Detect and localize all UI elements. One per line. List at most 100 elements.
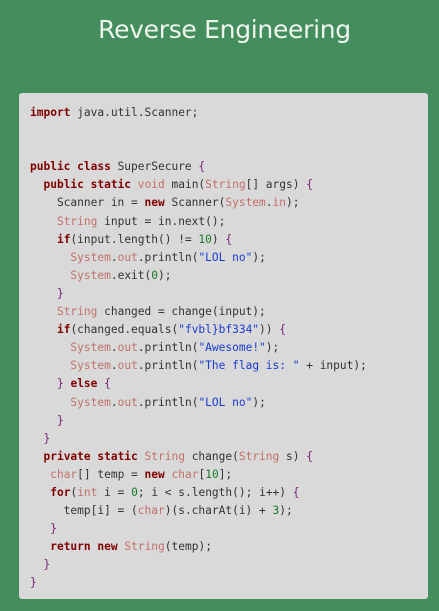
code-token-code-text: ); [252,395,266,409]
code-token-code-text [30,305,57,318]
code-token-code-text: ) [211,232,226,246]
code-token-type: String [56,214,98,228]
code-token-code-text: ); [265,341,280,355]
code-token-keyword: new [144,196,165,210]
code-token-brace: { [306,449,313,463]
code-token-code-text: . [110,359,118,373]
code-token-brace: { [104,377,111,391]
java-source-code: import java.util.Scanner; public class S… [30,104,367,593]
code-line: import java.util.Scanner; [30,104,367,122]
code-token-keyword: for [50,485,71,499]
code-line: } else { [30,375,367,393]
code-token-type: String [144,449,185,463]
code-token-system-ref: out [117,250,138,264]
code-token-string-literal: "LOL no" [198,250,253,264]
code-token-code-text [131,178,138,191]
code-token-code-text [30,323,57,336]
code-token-code-text [30,540,50,553]
code-line: System.exit(0); [30,267,367,285]
code-token-brace: } [50,522,57,536]
code-token-code-text: ); [158,268,172,282]
code-token-code-text [30,178,43,191]
code-token-code-text: java.util.Scanner; [70,106,199,119]
code-line: System.out.println("LOL no"); [30,394,367,412]
code-token-brace: { [306,178,313,192]
code-token-keyword: private static [43,449,138,463]
code-token-brace: } [56,286,64,300]
code-token-code-text: ); [286,196,300,210]
code-line: for(int i = 0; i < s.length(); i++) { [30,484,367,502]
code-token-code-text: + input); [299,359,367,373]
code-token-system-ref: System [70,359,111,373]
code-token-type: void [137,178,165,192]
code-token-system-ref: System [70,341,111,355]
code-token-code-text: .println( [137,341,199,355]
code-line: } [30,412,367,430]
code-token-type: String [205,178,246,192]
code-token-brace: } [43,558,51,572]
code-token-type: String [56,305,98,319]
code-line: Scanner in = new Scanner(System.in); [30,194,367,212]
code-token-type: String [124,540,165,554]
code-token-code-text [30,522,50,535]
code-token-code-text [30,251,70,264]
code-token-system-ref: out [117,359,138,373]
code-token-code-text [30,215,57,228]
code-token-code-text: Scanner( [164,196,226,210]
code-token-code-text: s) [279,449,307,463]
code-line: } [30,556,367,574]
code-token-code-text: (changed.equals( [70,323,179,337]
code-token-code-text: ); [252,250,266,264]
code-line: return new String(temp); [30,538,367,556]
code-token-string-literal: "Awesome!" [198,341,266,355]
code-line: String changed = change(input); [30,303,367,321]
code-token-keyword: public class [30,160,111,174]
code-line: } [30,574,367,592]
code-token-brace: } [30,576,37,590]
code-token-code-text [30,558,43,571]
code-token-code-text: main( [164,178,206,192]
code-token-keyword: else [70,377,98,391]
code-token-brace: { [198,160,206,174]
code-token-keyword: if [56,232,71,246]
code-token-code-text: .exit( [110,268,152,282]
code-token-code-text [30,287,57,300]
code-token-system-ref: out [117,341,138,355]
code-token-string-literal: "fvbl}bf334" [178,323,260,337]
code-token-system-ref: System [70,395,111,409]
code-token-code-text: [] temp = [77,467,145,481]
code-token-code-text: changed = change(input); [97,305,266,319]
code-token-keyword: new [97,540,118,554]
code-token-code-text: [] args) [245,178,307,192]
code-token-code-text: input = in.next(); [97,214,226,228]
code-token-code-text [165,468,172,481]
code-token-string-literal: "The flag is: " [198,359,300,373]
code-token-code-text: .println( [137,250,199,264]
code-token-number-literal: 0 [131,485,138,499]
code-token-code-text [30,486,50,499]
code-line: if(changed.equals("fvbl}bf334")) { [30,321,367,339]
code-line: System.out.println("LOL no"); [30,249,367,267]
code-token-brace: } [56,413,64,427]
code-token-code-text [30,414,57,427]
code-token-code-text: Scanner in = [30,196,145,210]
code-token-code-text [30,269,70,282]
code-token-code-text [30,341,70,354]
code-token-brace: { [279,323,287,337]
code-token-keyword: import [30,106,71,119]
code-token-code-text [30,468,50,481]
code-line: } [30,285,367,303]
code-token-type: int [77,485,98,499]
code-token-code-text: )(s.charAt(i) + [164,504,273,518]
code-token-keyword: public static [43,178,132,192]
code-token-code-text [30,432,43,445]
code-token-type: char [137,504,165,518]
code-token-code-text: ; i < s.length(); i++) [137,485,293,499]
code-token-code-text: .println( [137,395,199,409]
code-token-type: String [238,449,280,463]
page-title: Reverse Engineering [98,15,351,44]
code-line: System.out.println("The flag is: " + inp… [30,357,367,375]
code-line: temp[i] = (char)(s.charAt(i) + 3); [30,502,367,520]
